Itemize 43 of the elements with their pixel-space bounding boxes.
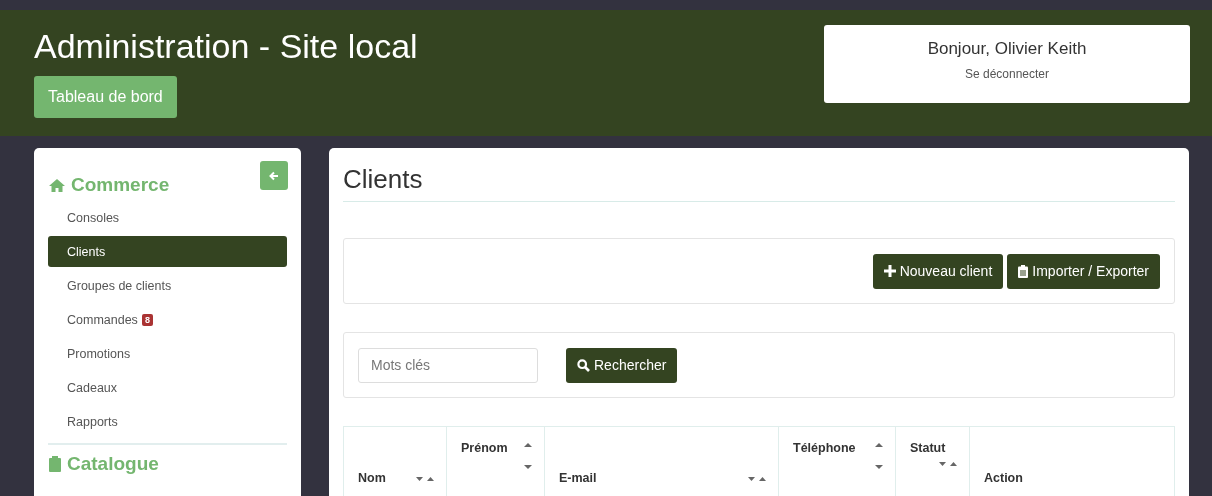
greeting-text: Bonjour, Olivier Keith bbox=[927, 39, 1087, 59]
new-client-button[interactable]: Nouveau client bbox=[872, 253, 1004, 289]
sidebar-item[interactable]: Commandes 8 bbox=[48, 304, 287, 335]
sidebar-item[interactable]: Clients bbox=[48, 236, 287, 267]
sort-icon bbox=[524, 443, 532, 469]
item-label: Clients bbox=[67, 244, 106, 259]
clipboard-icon bbox=[1018, 264, 1029, 278]
logout-link[interactable]: Se déconnecter bbox=[964, 67, 1050, 81]
clipboard-icon bbox=[48, 456, 62, 472]
import-export-button[interactable]: Importer / Exporter bbox=[1007, 253, 1160, 289]
home-icon bbox=[48, 177, 66, 193]
sidebar-item[interactable]: Groupes de clients bbox=[48, 270, 287, 301]
column-header[interactable]: Nom bbox=[344, 427, 447, 496]
search-icon bbox=[577, 358, 590, 372]
sort-icon bbox=[748, 476, 766, 482]
sidebar-item[interactable]: Consoles bbox=[48, 202, 287, 233]
count-badge: 8 bbox=[141, 313, 153, 326]
column-header[interactable]: Statut bbox=[896, 427, 970, 496]
item-label: Groupes de clients bbox=[67, 278, 172, 293]
column-header[interactable]: Téléphone bbox=[779, 427, 896, 496]
site-title: Administration - Site local bbox=[34, 26, 418, 66]
sidebar-item[interactable]: Promotions bbox=[48, 338, 287, 369]
sidebar-item[interactable]: Cadeaux bbox=[48, 372, 287, 403]
sort-icon bbox=[416, 476, 434, 482]
keyword-field[interactable]: Mots clés bbox=[358, 347, 538, 383]
sort-icon bbox=[939, 461, 957, 467]
item-label: Consoles bbox=[67, 210, 120, 225]
search-button[interactable]: Rechercher bbox=[566, 347, 678, 383]
column-header[interactable]: Action bbox=[970, 427, 1174, 496]
item-label: Commandes bbox=[67, 312, 138, 327]
sort-icon bbox=[875, 443, 883, 469]
arrow-left-icon bbox=[269, 170, 279, 181]
plus-icon bbox=[883, 265, 896, 277]
item-label: Promotions bbox=[67, 346, 131, 361]
section-title: Commerce bbox=[71, 174, 170, 196]
column-header[interactable]: E-mail bbox=[545, 427, 779, 496]
item-label: Cadeaux bbox=[67, 380, 118, 395]
column-header[interactable]: Prénom bbox=[447, 427, 545, 496]
collapse-button[interactable] bbox=[260, 161, 288, 190]
item-label: Rapports bbox=[67, 414, 118, 429]
page-title: Clients bbox=[343, 164, 1175, 202]
sidebar-item[interactable]: Rapports bbox=[48, 406, 287, 437]
section-title: Catalogue bbox=[67, 453, 159, 475]
